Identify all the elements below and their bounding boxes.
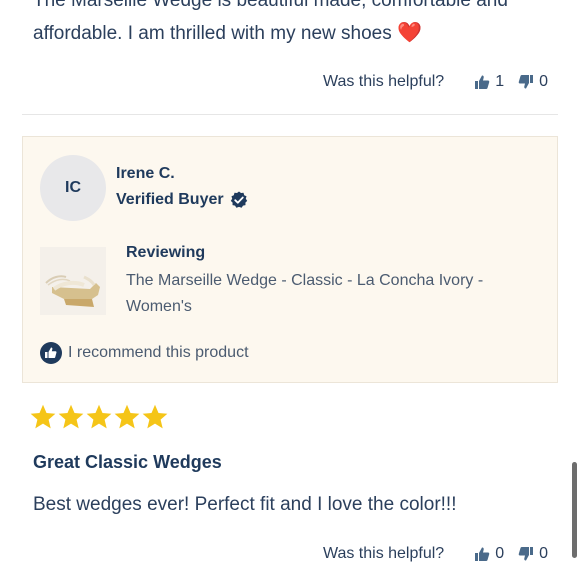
downvote-button[interactable]: 0 bbox=[518, 73, 548, 91]
upvote-count: 0 bbox=[495, 545, 505, 562]
upvote-count: 1 bbox=[495, 73, 505, 90]
star-icon bbox=[30, 404, 56, 429]
downvote-count: 0 bbox=[539, 73, 548, 90]
avatar: IC bbox=[40, 155, 106, 221]
downvote-count: 0 bbox=[539, 545, 548, 562]
reviewer-card: IC Irene C. Verified Buyer Reviewing The… bbox=[22, 136, 558, 383]
star-icon bbox=[142, 404, 168, 429]
reviewer-name: Irene C. bbox=[116, 165, 175, 182]
product-thumbnail[interactable] bbox=[40, 247, 106, 315]
reviewing-label: Reviewing bbox=[126, 244, 206, 261]
review-body: Best wedges ever! Perfect fit and I love… bbox=[33, 494, 457, 515]
previous-helpful-row: Was this helpful? 1 0 bbox=[323, 73, 548, 91]
recommend-badge: I recommend this product bbox=[40, 342, 249, 364]
thumbs-down-icon bbox=[518, 75, 534, 89]
upvote-button[interactable]: 0 bbox=[474, 545, 504, 563]
upvote-button[interactable]: 1 bbox=[474, 73, 504, 91]
helpful-question: Was this helpful? bbox=[322, 73, 445, 90]
scrollbar[interactable] bbox=[572, 462, 577, 558]
recommend-text: I recommend this product bbox=[68, 344, 249, 361]
heart-emoji: ❤️ bbox=[397, 22, 422, 44]
star-icon bbox=[114, 404, 140, 429]
thumbs-up-icon bbox=[475, 547, 490, 561]
star-icon bbox=[58, 404, 84, 429]
review-helpful-row: Was this helpful? 0 0 bbox=[323, 545, 548, 563]
product-name-link[interactable]: The Marseille Wedge - Classic - La Conch… bbox=[126, 268, 526, 320]
previous-review-text: The Marseille Wedge is beautiful made, c… bbox=[33, 0, 543, 50]
helpful-question: Was this helpful? bbox=[322, 545, 445, 562]
recommend-thumb-icon bbox=[40, 342, 62, 364]
verified-label: Verified Buyer bbox=[116, 191, 224, 208]
review-divider bbox=[22, 114, 558, 115]
previous-review-line-1: The Marseille Wedge is beautiful made, c… bbox=[33, 0, 508, 11]
previous-review-line-2: affordable. I am thrilled with my new sh… bbox=[33, 22, 422, 44]
verified-buyer-badge: Verified Buyer bbox=[116, 191, 248, 209]
star-rating bbox=[29, 403, 169, 431]
star-icon bbox=[86, 404, 112, 429]
review-title: Great Classic Wedges bbox=[33, 452, 222, 472]
verified-check-icon bbox=[230, 191, 247, 208]
wedge-shoe-image bbox=[40, 247, 106, 315]
downvote-button[interactable]: 0 bbox=[518, 545, 548, 563]
thumbs-down-icon bbox=[518, 547, 534, 561]
thumbs-up-icon bbox=[475, 75, 490, 89]
